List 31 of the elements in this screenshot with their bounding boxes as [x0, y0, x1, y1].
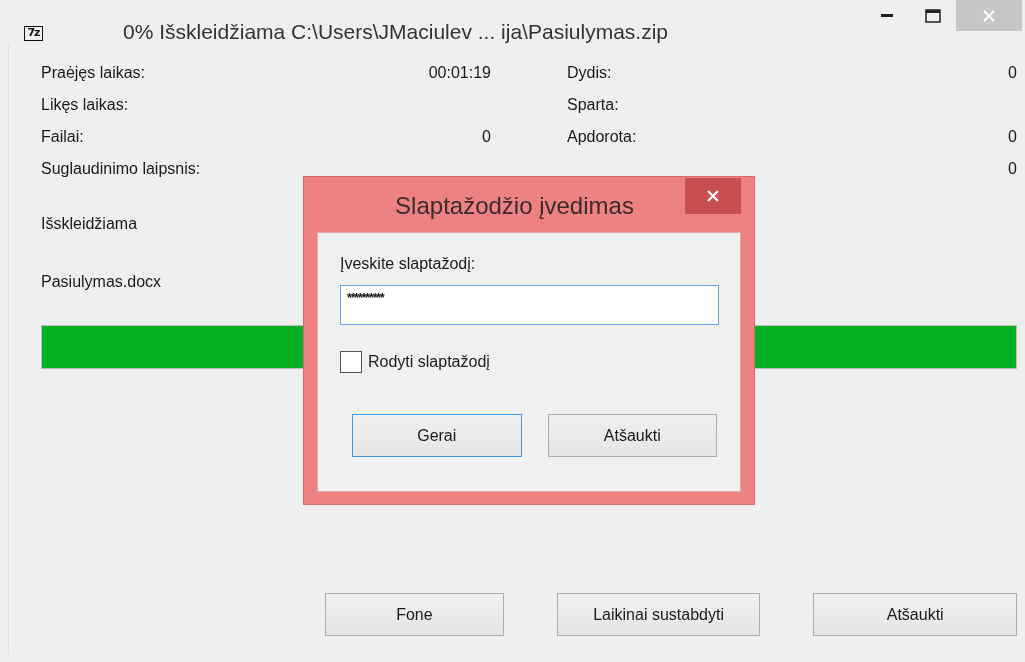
dialog-button[interactable]: Gerai — [352, 414, 522, 457]
stat-value: 0 — [1007, 128, 1017, 146]
action-button[interactable]: Atšaukti — [813, 593, 1017, 636]
stat-value: 0 — [1007, 160, 1017, 178]
show-password-label[interactable]: Rodyti slaptažodį — [368, 353, 490, 371]
current-file-label: Pasiulymas.docx — [41, 273, 163, 291]
stat-label: Praėjęs laikas: — [41, 64, 147, 82]
stat-value: 0 — [481, 128, 491, 146]
stat-value: 00:01:19 — [427, 64, 491, 82]
stat-label: Dydis: — [567, 64, 613, 82]
close-icon — [983, 9, 995, 22]
action-button[interactable]: Fone — [325, 593, 504, 636]
stat-value: 0 — [1007, 64, 1017, 82]
password-field[interactable]: ********** — [340, 285, 719, 325]
stat-label: Suglaudinimo laipsnis: — [41, 160, 202, 178]
maximize-icon — [925, 8, 941, 23]
dialog-close-button[interactable] — [685, 178, 741, 214]
dialog-title: Slaptažodžio įvedimas — [394, 191, 635, 221]
operation-label: Išskleidžiama — [41, 215, 139, 233]
action-button[interactable]: Laikinai sustabdyti — [556, 593, 761, 636]
dialog-button[interactable]: Atšaukti — [547, 414, 717, 457]
show-password-checkbox[interactable] — [340, 351, 362, 373]
window-title: 0% Išskleidžiama C:\Users\JMaciulev ... ija\Pasiulymas.zip — [123, 20, 669, 44]
stat-label: Likęs laikas: — [41, 96, 130, 114]
minimize-icon — [881, 14, 893, 17]
password-prompt: Įveskite slaptažodį: — [340, 255, 477, 273]
close-icon — [707, 190, 719, 202]
stat-label: Failai: — [41, 128, 85, 146]
app-icon: 7z — [24, 26, 43, 41]
stat-label: Sparta: — [567, 96, 620, 114]
stat-label: Apdorota: — [567, 128, 638, 146]
